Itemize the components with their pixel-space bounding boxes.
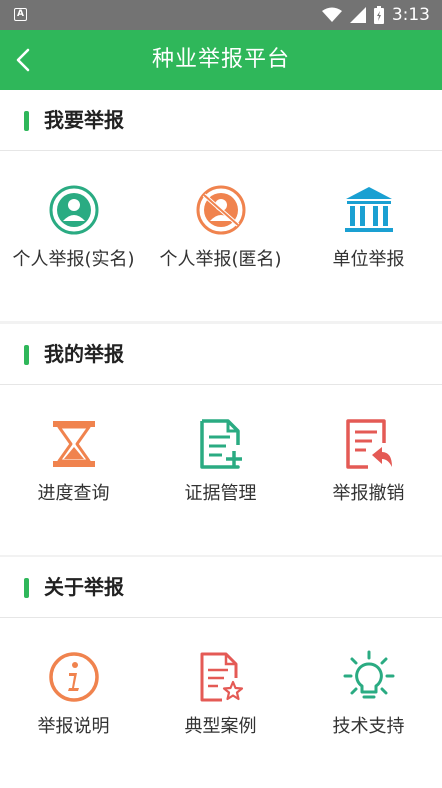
technical-support-button[interactable]: 技术支持: [295, 618, 442, 788]
status-bar: A 3:13: [0, 0, 442, 30]
section-title: 我的举报: [44, 342, 124, 366]
document-star-icon: [200, 652, 243, 702]
info-icon: [48, 652, 99, 702]
section-accent-bar: [24, 578, 29, 598]
notification-icon: A: [14, 8, 27, 21]
section-accent-bar: [24, 111, 29, 131]
wifi-icon: [321, 7, 342, 22]
section-accent-bar: [24, 345, 29, 365]
page-title: 种业举报平台: [151, 47, 290, 72]
section-header: 我要举报: [0, 90, 442, 151]
clock: 3:13: [391, 5, 430, 25]
cell-label: 典型案例: [184, 716, 257, 737]
cell-label: 举报撤销: [332, 483, 405, 504]
app-bar: 种业举报平台: [0, 30, 442, 90]
cell-label: 证据管理: [184, 483, 257, 504]
organization-report-button[interactable]: 单位举报: [295, 151, 442, 321]
building-icon: [344, 187, 393, 232]
anonymous-person-icon: [196, 185, 245, 235]
signal-icon: [349, 7, 366, 23]
cell-label: 技术支持: [332, 716, 405, 737]
section-report: 我要举报 个人举报(实名) 个人举报(匿名) 单位举报: [0, 90, 442, 321]
battery-icon: [373, 6, 384, 24]
personal-report-anonymous-button[interactable]: 个人举报(匿名): [147, 151, 294, 321]
report-instructions-button[interactable]: 举报说明: [0, 618, 147, 788]
personal-report-named-button[interactable]: 个人举报(实名): [0, 151, 147, 321]
cell-label: 进度查询: [37, 483, 110, 504]
section-about: 关于举报 举报说明 典型案例 技术支持: [0, 557, 442, 788]
person-icon: [49, 185, 98, 235]
section-header: 关于举报: [0, 557, 442, 618]
section-title: 关于举报: [44, 575, 124, 599]
progress-query-button[interactable]: 进度查询: [0, 385, 147, 555]
cell-label: 个人举报(匿名): [159, 249, 282, 270]
report-revoke-button[interactable]: 举报撤销: [295, 385, 442, 555]
lightbulb-icon: [343, 650, 394, 699]
cell-label: 单位举报: [332, 249, 405, 270]
cell-label: 个人举报(实名): [12, 249, 135, 270]
chevron-left-icon[interactable]: [6, 42, 42, 78]
hourglass-icon: [52, 421, 95, 467]
typical-cases-button[interactable]: 典型案例: [147, 618, 294, 788]
section-header: 我的举报: [0, 324, 442, 385]
cell-label: 举报说明: [37, 716, 110, 737]
evidence-management-button[interactable]: 证据管理: [147, 385, 294, 555]
section-my-reports: 我的举报 进度查询 证据管理 举报撤销: [0, 324, 442, 555]
section-title: 我要举报: [44, 108, 124, 132]
document-add-icon: [199, 419, 242, 469]
document-undo-icon: [345, 419, 392, 469]
